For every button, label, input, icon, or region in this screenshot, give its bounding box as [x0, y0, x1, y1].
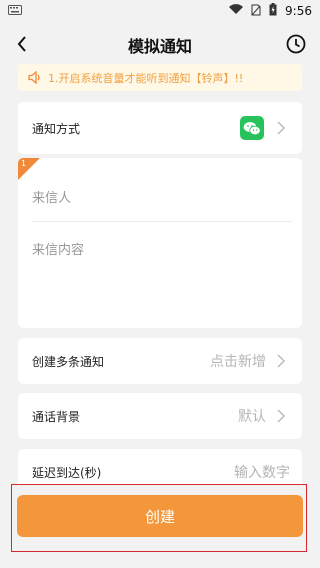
divider [32, 221, 292, 222]
keyboard-icon [8, 4, 22, 18]
notify-method-row[interactable]: 通知方式 [18, 102, 302, 154]
call-background-label: 通话背景 [32, 410, 81, 424]
chevron-right-icon [277, 354, 286, 368]
sender-input[interactable]: 来信人 [32, 187, 71, 206]
notice-text: 1.开启系统音量才能听到通知【铃声】!! [48, 71, 244, 85]
message-card: 1 来信人 来信内容 [18, 158, 302, 328]
chevron-right-icon [277, 409, 286, 423]
call-background-value: 默认 [238, 409, 266, 425]
call-background-row[interactable]: 通话背景 默认 [18, 393, 302, 439]
delay-row: 延迟到达(秒) 输入数字 [18, 449, 302, 485]
status-bar: 9:56 [0, 0, 320, 24]
multi-notify-value: 点击新增 [210, 354, 266, 370]
page-title: 模拟通知 [127, 37, 192, 56]
delay-label: 延迟到达(秒) [32, 466, 102, 480]
create-button[interactable]: 创建 [17, 495, 303, 537]
content-input[interactable]: 来信内容 [32, 239, 84, 258]
top-bar: 模拟通知 [0, 24, 320, 64]
notice-banner: 1.开启系统音量才能听到通知【铃声】!! [18, 64, 302, 91]
battery-charging-icon [269, 3, 277, 19]
multi-notify-row[interactable]: 创建多条通知 点击新增 [18, 338, 302, 384]
wechat-icon [240, 116, 264, 140]
chevron-right-icon [277, 121, 286, 135]
no-sim-icon [251, 4, 261, 19]
history-button[interactable] [282, 30, 310, 58]
clock-icon [286, 34, 306, 54]
wifi-icon [229, 4, 244, 18]
delay-input[interactable]: 输入数字 [234, 462, 290, 482]
notify-method-label: 通知方式 [32, 122, 81, 136]
status-time: 9:56 [285, 4, 312, 18]
speaker-icon [28, 71, 42, 85]
multi-notify-label: 创建多条通知 [32, 355, 105, 369]
badge-number: 1 [21, 159, 27, 168]
